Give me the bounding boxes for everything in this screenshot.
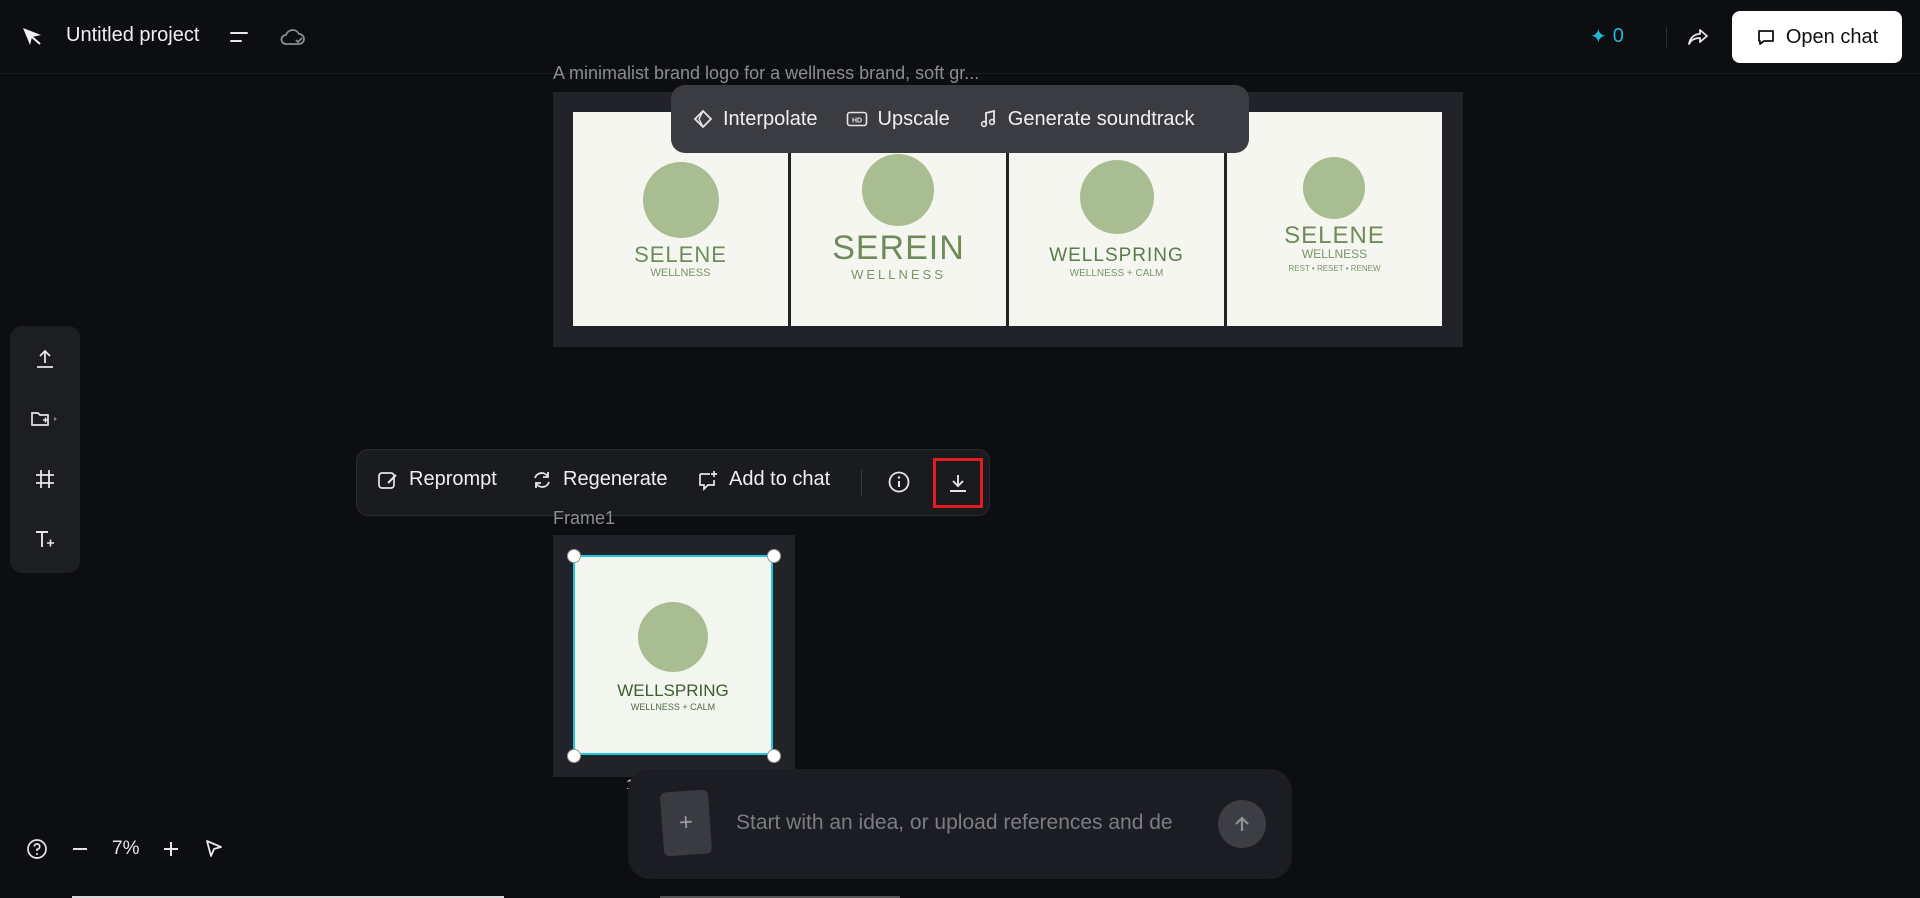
chat-bubble-icon [1756, 27, 1776, 47]
zoom-out-icon[interactable] [70, 839, 90, 859]
resize-handle-top-left[interactable] [567, 549, 581, 563]
interpolate-button[interactable]: Interpolate [693, 108, 818, 131]
tile-brand-name: SELENE [634, 242, 727, 267]
tile-brand-sub: WELLNESS [1301, 247, 1368, 261]
new-folder-icon[interactable] [30, 404, 60, 434]
edit-square-icon [377, 469, 399, 491]
soundtrack-label: Generate soundtrack [1007, 107, 1195, 130]
zoom-controls: 7% [26, 838, 225, 860]
tile-brand-name: SEREIN [832, 229, 965, 267]
grid-tile[interactable]: SELENE WELLNESS REST • RESET • RENEW [1227, 112, 1442, 326]
tile-brand-sub: WELLNESS + CALM [1069, 268, 1164, 279]
project-title[interactable]: Untitled project [66, 24, 199, 47]
cloud-sync-icon [278, 22, 308, 52]
music-note-icon [978, 109, 998, 129]
reprompt-button[interactable]: Reprompt [377, 468, 497, 491]
text-tool-icon[interactable] [30, 524, 60, 554]
lotus-logo-icon [862, 154, 934, 226]
add-to-chat-label: Add to chat [729, 468, 831, 490]
prompt-caption[interactable]: A minimalist brand logo for a wellness b… [553, 63, 993, 85]
lotus-logo-icon [1303, 157, 1365, 219]
selected-brand-name: WELLSPRING [617, 681, 729, 700]
attach-reference-button[interactable]: + [659, 789, 713, 857]
chat-composer: + [628, 769, 1292, 879]
tile-brand-sub: WELLNESS [851, 267, 946, 282]
interpolate-label: Interpolate [723, 107, 818, 130]
toolbar-divider [861, 470, 862, 496]
zoom-in-icon[interactable] [161, 839, 181, 859]
tile-brand-name: WELLSPRING [1049, 245, 1184, 266]
resize-handle-bottom-left[interactable] [567, 749, 581, 763]
reprompt-label: Reprompt [409, 468, 497, 490]
credits-value: 0 [1612, 25, 1624, 47]
chat-input[interactable] [734, 803, 1178, 843]
refresh-icon [531, 469, 553, 491]
info-icon[interactable] [887, 470, 911, 494]
upload-icon[interactable] [30, 344, 60, 374]
frame-tool-icon[interactable] [30, 464, 60, 494]
regenerate-label: Regenerate [563, 468, 668, 490]
open-chat-button[interactable]: Open chat [1732, 11, 1902, 63]
zoom-level[interactable]: 7% [112, 838, 139, 860]
diamond-icon [693, 109, 713, 129]
help-icon[interactable] [26, 838, 48, 860]
selected-image-tile[interactable]: WELLSPRING WELLNESS + CALM [573, 555, 773, 755]
selected-brand-sub: WELLNESS + CALM [630, 702, 716, 712]
meditation-logo-icon [643, 162, 719, 238]
tile-brand-name: SELENE [1284, 222, 1385, 249]
chat-add-icon [697, 469, 719, 491]
cursor-select-icon[interactable] [203, 838, 225, 860]
download-icon [947, 472, 969, 494]
plus-icon: + [678, 808, 694, 837]
frame-caption[interactable]: Frame1 [553, 508, 615, 529]
share-icon[interactable] [1683, 22, 1713, 52]
sparkle-icon: ✦ [1590, 26, 1607, 48]
open-chat-label: Open chat [1785, 25, 1879, 48]
generate-soundtrack-button[interactable]: Generate soundtrack [978, 108, 1195, 131]
arrow-up-icon [1232, 814, 1252, 834]
add-to-chat-button[interactable]: Add to chat [697, 468, 830, 491]
selection-toolbar: Reprompt Regenerate Add to chat [356, 449, 990, 516]
send-button[interactable] [1218, 800, 1266, 848]
tile-brand-sub: WELLNESS [650, 267, 711, 279]
resize-handle-bottom-right[interactable] [767, 749, 781, 763]
hd-icon: HD [846, 110, 868, 128]
svg-text:HD: HD [851, 118, 861, 125]
download-button[interactable] [933, 458, 983, 508]
credits-counter[interactable]: ✦ 0 [1590, 24, 1624, 49]
menu-lines-icon[interactable] [224, 22, 254, 52]
header-divider [1666, 27, 1667, 47]
selected-frame[interactable]: WELLSPRING WELLNESS + CALM [553, 535, 795, 777]
image-actions-toolbar: Interpolate HD Upscale Generate soundtra… [671, 85, 1249, 153]
upscale-button[interactable]: HD Upscale [846, 108, 950, 131]
meditation-logo-icon [638, 602, 708, 672]
meditation-logo-icon [1080, 160, 1154, 234]
upscale-label: Upscale [877, 107, 950, 130]
regenerate-button[interactable]: Regenerate [531, 468, 668, 491]
tile-brand-tagline: REST • RESET • RENEW [1288, 264, 1381, 273]
left-tool-panel [10, 326, 80, 573]
app-logo-icon[interactable] [20, 24, 48, 52]
resize-handle-top-right[interactable] [767, 549, 781, 563]
